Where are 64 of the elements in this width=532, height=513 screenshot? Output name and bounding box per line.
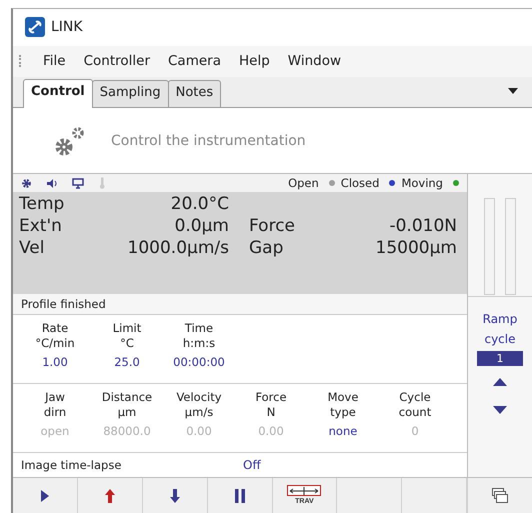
ramp-cycle-label: cycle <box>484 331 516 348</box>
reading-label: Ext'n <box>19 216 63 238</box>
down-triangle-icon <box>493 406 507 414</box>
reading-value: 0.0µm <box>174 216 229 238</box>
monitor-icon[interactable] <box>72 178 84 189</box>
header-text: Control the instrumentation <box>111 132 306 149</box>
speaker-icon[interactable] <box>46 178 58 189</box>
column-heading: Force <box>255 390 287 406</box>
indicator-label: Moving <box>401 176 443 190</box>
time-lapse-value[interactable]: Off <box>243 458 261 472</box>
menu-item[interactable]: Window <box>278 49 350 74</box>
column-heading: µm <box>118 405 136 420</box>
field-value[interactable]: 1.00 <box>42 355 68 370</box>
play-icon <box>40 490 49 502</box>
column-heading: Move <box>328 390 358 406</box>
column-heading: °C <box>120 336 134 352</box>
menu-item[interactable]: Camera <box>159 49 230 74</box>
profile-status: Profile finished <box>13 294 467 316</box>
link-logo-icon <box>25 17 45 38</box>
indicator-label: Closed <box>340 176 380 190</box>
column-heading: Rate <box>42 321 68 336</box>
time-lapse-label: Image time-lapse <box>21 458 122 472</box>
column-heading: type <box>330 405 356 420</box>
column-heading: Cycle <box>399 390 431 406</box>
ramp-cycle-value[interactable]: 1 <box>477 351 523 366</box>
column-heading: Limit <box>112 321 142 336</box>
ruler-icon <box>287 485 322 496</box>
column-heading: Velocity <box>176 390 222 406</box>
column-heading: Time <box>184 321 214 336</box>
column-heading: °C/min <box>35 336 75 352</box>
ramp-cycle-label: Ramp <box>482 311 518 328</box>
reading-value: 1000.0µm/s <box>126 238 229 260</box>
reading-value: 20.0°C <box>170 194 229 216</box>
field-value[interactable]: none <box>328 424 358 438</box>
tab[interactable]: Sampling <box>92 80 169 108</box>
column-heading: µm/s <box>184 405 214 420</box>
column-heading: count <box>398 405 432 420</box>
column-heading: Distance <box>102 390 152 406</box>
column-heading: N <box>266 405 276 420</box>
reading-label: Force <box>248 216 296 238</box>
window-title: LINK <box>51 19 83 36</box>
column-heading: Jaw <box>45 390 65 406</box>
column-heading: dirn <box>44 405 66 420</box>
dropdown-caret-icon[interactable] <box>508 88 518 94</box>
menu-item[interactable]: Controller <box>74 49 159 74</box>
down-arrow-icon <box>170 488 180 503</box>
tab[interactable]: Notes <box>168 80 222 108</box>
tab[interactable]: Control <box>23 79 93 108</box>
menu-item[interactable]: File <box>34 49 75 74</box>
field-value[interactable]: 00:00:00 <box>173 355 225 370</box>
reading-value: -0.010N <box>388 216 457 238</box>
field-value[interactable]: 25.0 <box>114 355 140 370</box>
reading-value: 15000µm <box>374 238 457 260</box>
column-heading: h:m:s <box>182 336 216 352</box>
windows-icon <box>492 488 508 504</box>
gear-icon[interactable] <box>21 178 32 189</box>
up-arrow-icon <box>104 488 115 503</box>
menu-item[interactable]: Help <box>230 49 279 74</box>
reading-label: Vel <box>19 238 46 260</box>
pause-icon <box>234 488 245 503</box>
indicator-label: Open <box>288 176 319 190</box>
up-triangle-icon <box>493 378 507 386</box>
reading-label: Gap <box>248 238 284 260</box>
reading-label: Temp <box>19 194 66 216</box>
